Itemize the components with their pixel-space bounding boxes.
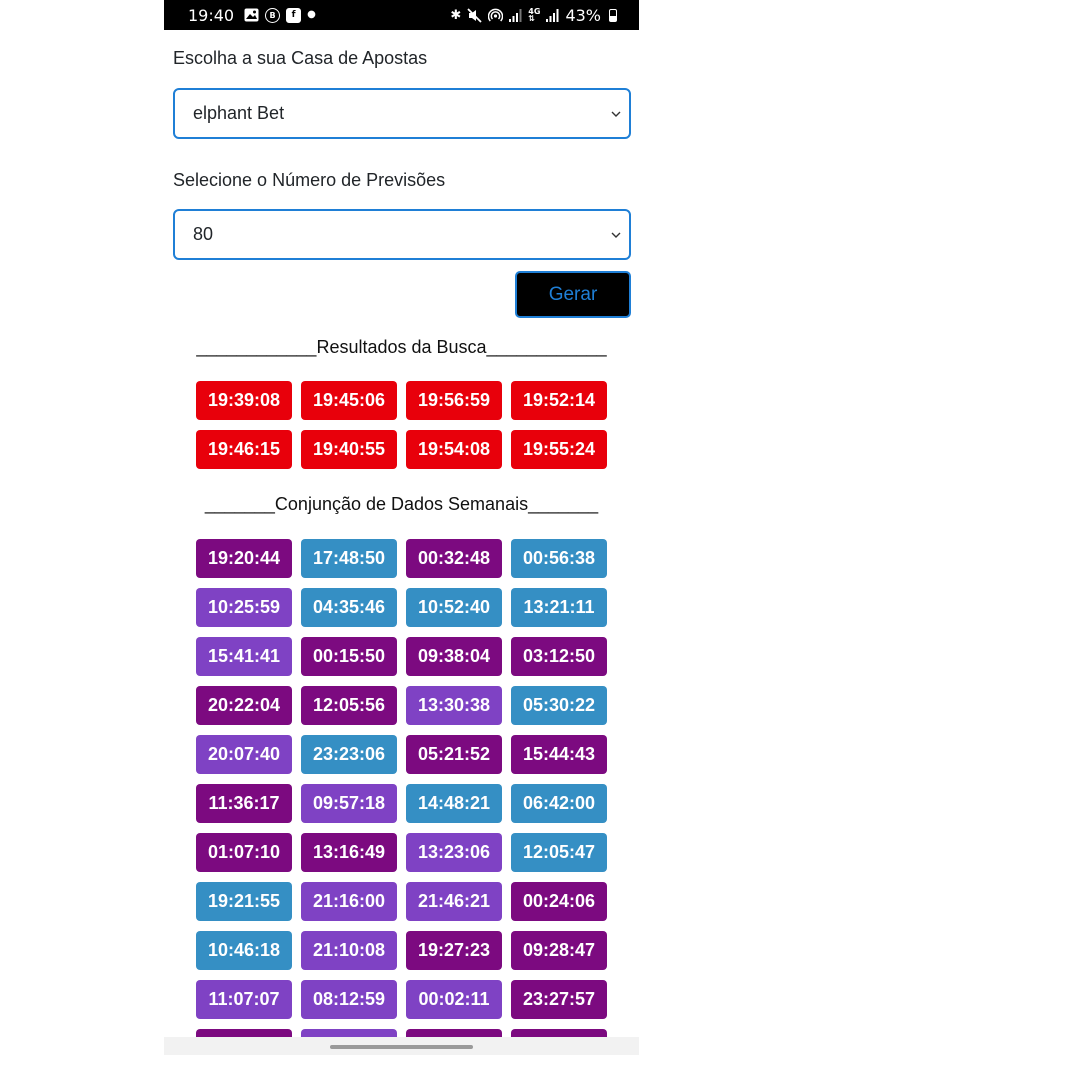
time-chip: 19:52:14 (511, 381, 607, 420)
b-circle-icon: B (265, 7, 281, 23)
time-chip: 09:28:47 (511, 931, 607, 970)
weekly-title: _______Conjunção de Dados Semanais______… (204, 494, 599, 514)
home-gesture-handle[interactable] (330, 1045, 473, 1049)
time-chip: 03:12:50 (511, 637, 607, 676)
time-chip: 10:52:40 (406, 588, 502, 627)
time-chip: 05:21:52 (406, 735, 502, 774)
time-chip: 15:41:41 (196, 637, 292, 676)
hotspot-icon (488, 8, 504, 22)
time-chip: 19:20:44 (196, 539, 292, 578)
time-chip: 19:21:55 (196, 882, 292, 921)
predictions-select-value: 80 (193, 224, 214, 244)
house-label: Escolha a sua Casa de Apostas (173, 48, 428, 68)
house-select-value: elphant Bet (193, 103, 285, 123)
time-chip: 10:25:59 (196, 588, 292, 627)
time-chip: 00:15:50 (301, 637, 397, 676)
battery-percent: 43% (565, 5, 601, 25)
time-chip: 05:30:22 (511, 686, 607, 725)
gallery-icon (244, 8, 259, 22)
status-bar: 19:40 B f ● ✱ 4G ⇅ 43% (164, 0, 639, 30)
results-title: ____________Resultados da Busca_________… (196, 337, 607, 357)
time-chip: 20:07:40 (196, 735, 292, 774)
time-chip: 14:48:21 (406, 784, 502, 823)
chevron-down-icon (611, 111, 621, 117)
4g-signal-icon: 4G ⇅ (528, 7, 541, 23)
time-chip: 20:22:04 (196, 686, 292, 725)
status-bar-left: 19:40 B f ● (188, 6, 316, 25)
time-chip: 17:48:50 (301, 539, 397, 578)
network-label: 4G (528, 7, 541, 16)
time-chip: 09:38:04 (406, 637, 502, 676)
time-chip: 19:40:55 (301, 430, 397, 469)
time-chip: 19:46:15 (196, 430, 292, 469)
status-time: 19:40 (188, 5, 235, 25)
time-chip: 12:05:56 (301, 686, 397, 725)
mute-icon (467, 7, 482, 23)
time-chip: 15:44:43 (511, 735, 607, 774)
time-chip: 10:46:18 (196, 931, 292, 970)
time-chip: 19:27:23 (406, 931, 502, 970)
time-chip: 00:56:38 (511, 539, 607, 578)
phone-screen: 19:40 B f ● ✱ 4G ⇅ 43% Escolha a sua Cas… (164, 0, 639, 1055)
status-bar-right: ✱ 4G ⇅ 43% (450, 6, 617, 25)
battery-icon (609, 8, 617, 22)
time-chip: 12:05:47 (511, 833, 607, 872)
time-chip: 09:57:18 (301, 784, 397, 823)
time-chip: 23:23:06 (301, 735, 397, 774)
results-grid: 19:39:08 19:45:06 19:56:59 19:52:14 19:46:15… (196, 381, 607, 469)
time-chip: 19:45:06 (301, 381, 397, 420)
signal-icon-2 (546, 8, 559, 22)
time-chip: 11:36:17 (196, 784, 292, 823)
bluetooth-icon: ✱ (450, 7, 462, 23)
weekly-grid: 19:20:44 17:48:50 00:32:48 00:56:38 10:25:59… (196, 539, 607, 1055)
time-chip: 21:10:08 (301, 931, 397, 970)
time-chip: 00:32:48 (406, 539, 502, 578)
predictions-label: Selecione o Número de Previsões (173, 170, 446, 190)
time-chip: 00:24:06 (511, 882, 607, 921)
time-chip: 13:21:11 (511, 588, 607, 627)
time-chip: 19:56:59 (406, 381, 502, 420)
signal-icon (509, 8, 522, 22)
time-chip: 11:07:07 (196, 980, 292, 1019)
facebook-icon: f (286, 7, 302, 23)
time-chip: 04:35:46 (301, 588, 397, 627)
house-select[interactable]: elphant Bet (173, 88, 631, 139)
time-chip: 19:54:08 (406, 430, 502, 469)
time-chip: 00:02:11 (406, 980, 502, 1019)
dot-icon: ● (307, 9, 316, 20)
time-chip: 21:46:21 (406, 882, 502, 921)
chevron-down-icon (611, 232, 621, 238)
predictions-select[interactable]: 80 (173, 209, 631, 260)
time-chip: 01:07:10 (196, 833, 292, 872)
generate-button[interactable]: Gerar (515, 271, 631, 318)
time-chip: 21:16:00 (301, 882, 397, 921)
time-chip: 06:42:00 (511, 784, 607, 823)
time-chip: 13:23:06 (406, 833, 502, 872)
navigation-bar (164, 1037, 639, 1055)
time-chip: 13:30:38 (406, 686, 502, 725)
time-chip: 19:39:08 (196, 381, 292, 420)
time-chip: 19:55:24 (511, 430, 607, 469)
time-chip: 23:27:57 (511, 980, 607, 1019)
time-chip: 08:12:59 (301, 980, 397, 1019)
time-chip: 13:16:49 (301, 833, 397, 872)
